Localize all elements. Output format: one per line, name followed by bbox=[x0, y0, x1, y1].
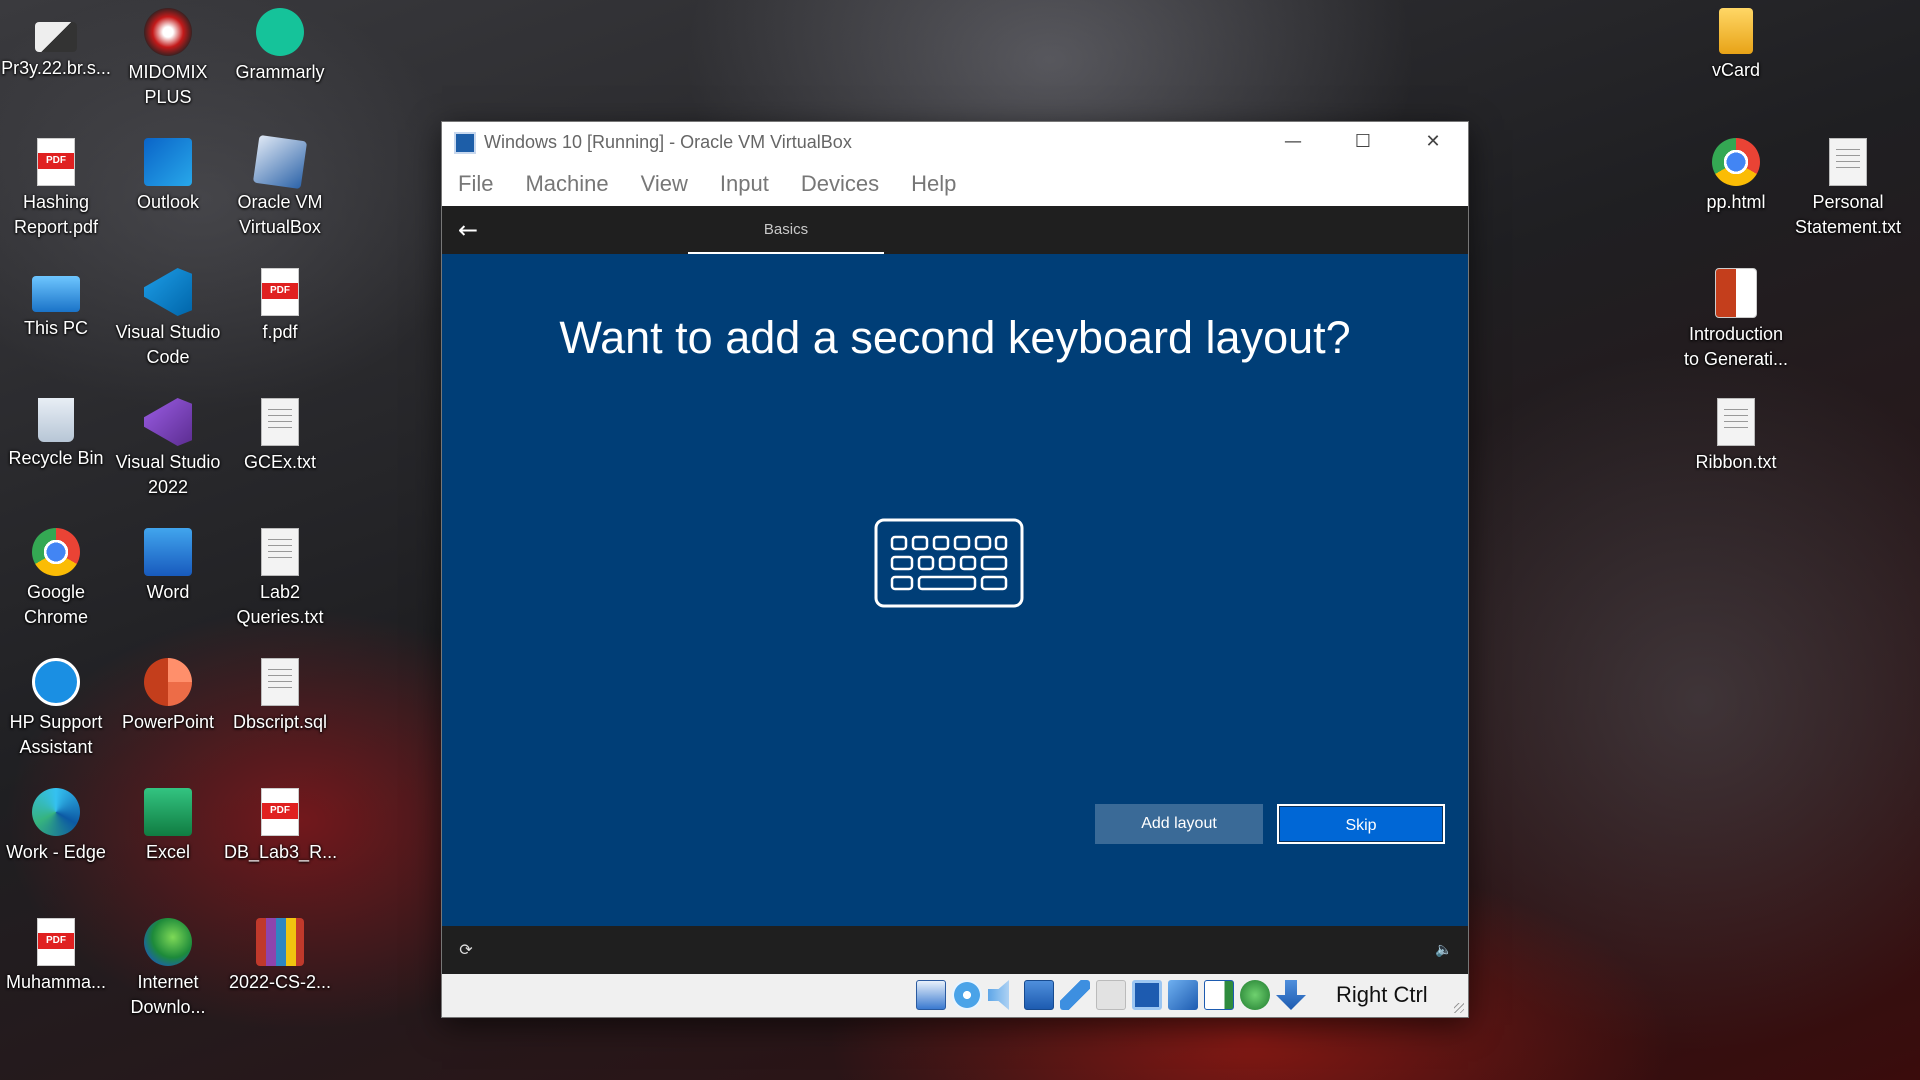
desktop-icon-excel[interactable]: Excel bbox=[112, 782, 224, 865]
ease-of-access-icon[interactable]: ⟳ bbox=[456, 940, 476, 960]
host-key-label: Right Ctrl bbox=[1336, 982, 1428, 1007]
guest-screen[interactable]: ← Basics Want to add a second keyboard l… bbox=[442, 206, 1468, 974]
desktop-icon-f-pdf[interactable]: f.pdf bbox=[224, 262, 336, 345]
vscode-icon bbox=[144, 268, 192, 316]
window-title: Windows 10 [Running] - Oracle VM Virtual… bbox=[484, 132, 852, 152]
idm-icon bbox=[144, 918, 192, 966]
desktop-icon-introduction[interactable]: Introduction to Generati... bbox=[1680, 262, 1792, 372]
desktop-icon-hp-support[interactable]: HP Support Assistant bbox=[0, 652, 112, 760]
menu-devices[interactable]: Devices bbox=[801, 162, 879, 206]
oobe-header: ← Basics bbox=[442, 206, 1468, 254]
page-title: Want to add a second keyboard layout? bbox=[559, 312, 1351, 364]
volume-icon[interactable]: 🔈 bbox=[1434, 940, 1454, 960]
pdf-icon bbox=[37, 138, 75, 186]
hp-support-icon bbox=[32, 658, 80, 706]
outlook-icon bbox=[144, 138, 192, 186]
menu-input[interactable]: Input bbox=[720, 162, 769, 206]
file-icon bbox=[35, 22, 77, 52]
resize-grip-icon[interactable] bbox=[1454, 1003, 1464, 1013]
desktop-icon-hashing-report[interactable]: Hashing Report.pdf bbox=[0, 132, 112, 240]
shared-folders-icon[interactable] bbox=[1096, 980, 1126, 1010]
text-file-icon bbox=[261, 528, 299, 576]
desktop-icon-vcard[interactable]: vCard bbox=[1680, 2, 1792, 83]
desktop-icon-grammarly[interactable]: Grammarly bbox=[224, 2, 336, 85]
oobe-footer: ⟳ 🔈 bbox=[442, 926, 1468, 974]
menu-help[interactable]: Help bbox=[911, 162, 956, 206]
desktop-icon-recycle-bin[interactable]: Recycle Bin bbox=[0, 392, 112, 471]
desktop-icon-midomix[interactable]: MIDOMIX PLUS bbox=[112, 2, 224, 110]
recording-icon[interactable] bbox=[1204, 980, 1234, 1010]
desktop-icon-vscode[interactable]: Visual Studio Code bbox=[112, 262, 224, 370]
desktop-icon-word[interactable]: Word bbox=[112, 522, 224, 605]
title-bar[interactable]: Windows 10 [Running] - Oracle VM Virtual… bbox=[442, 122, 1468, 162]
network-icon[interactable] bbox=[1024, 980, 1054, 1010]
menu-file[interactable]: File bbox=[458, 162, 493, 206]
hard-disk-icon[interactable] bbox=[916, 980, 946, 1010]
excel-icon bbox=[144, 788, 192, 836]
midomix-icon bbox=[144, 8, 192, 56]
desktop-icon-pr3y[interactable]: Pr3y.22.br.s... bbox=[0, 2, 112, 81]
text-file-icon bbox=[1717, 398, 1755, 446]
winrar-icon bbox=[256, 918, 304, 966]
desktop-icon-powerpoint[interactable]: PowerPoint bbox=[112, 652, 224, 735]
grammarly-icon bbox=[256, 8, 304, 56]
skip-button[interactable]: Skip bbox=[1277, 804, 1445, 844]
recycle-bin-icon bbox=[38, 398, 74, 442]
desktop-icon-virtualbox[interactable]: Oracle VM VirtualBox bbox=[224, 132, 336, 240]
status-icons bbox=[916, 980, 1306, 1010]
desktop-icon-gcex[interactable]: GCEx.txt bbox=[224, 392, 336, 475]
minimize-button[interactable]: — bbox=[1258, 122, 1328, 162]
virtualbox-app-icon bbox=[454, 132, 476, 154]
desktop-icon-ribbon[interactable]: Ribbon.txt bbox=[1680, 392, 1792, 475]
audio-icon[interactable] bbox=[988, 980, 1009, 1010]
desktop-icon-muhamma[interactable]: Muhamma... bbox=[0, 912, 112, 995]
pdf-icon bbox=[261, 788, 299, 836]
menu-view[interactable]: View bbox=[641, 162, 688, 206]
mouse-integration-icon[interactable] bbox=[1276, 980, 1306, 1010]
chrome-icon bbox=[32, 528, 80, 576]
powerpoint-icon bbox=[144, 658, 192, 706]
word-icon bbox=[144, 528, 192, 576]
desktop-icon-personal-statement[interactable]: Personal Statement.txt bbox=[1792, 132, 1904, 240]
text-file-icon bbox=[261, 398, 299, 446]
maximize-button[interactable]: ☐ bbox=[1328, 122, 1398, 162]
chrome-icon bbox=[1712, 138, 1760, 186]
close-button[interactable]: ✕ bbox=[1398, 122, 1468, 162]
desktop-icon-chrome[interactable]: Google Chrome bbox=[0, 522, 112, 630]
virtualbox-icon bbox=[252, 134, 308, 190]
optical-drive-icon[interactable] bbox=[952, 980, 982, 1010]
menu-bar: File Machine View Input Devices Help bbox=[442, 162, 1468, 206]
desktop-icon-idm[interactable]: Internet Downlo... bbox=[112, 912, 224, 1020]
usb-icon[interactable] bbox=[1060, 980, 1090, 1010]
tab-basics: Basics bbox=[688, 206, 884, 254]
desktop-icon-db-lab3[interactable]: DB_Lab3_R... bbox=[224, 782, 337, 865]
virtualbox-window: Windows 10 [Running] - Oracle VM Virtual… bbox=[442, 122, 1468, 1017]
status-bar: Right Ctrl bbox=[442, 974, 1468, 1017]
keyboard-icon bbox=[874, 518, 1024, 608]
sql-file-icon bbox=[261, 658, 299, 706]
pdf-icon bbox=[261, 268, 299, 316]
desktop-icon-2022-cs[interactable]: 2022-CS-2... bbox=[224, 912, 336, 995]
menu-machine[interactable]: Machine bbox=[525, 162, 608, 206]
video-capture-icon[interactable] bbox=[1168, 980, 1198, 1010]
back-arrow-icon[interactable]: ← bbox=[454, 216, 482, 244]
desktop-icon-visual-studio[interactable]: Visual Studio 2022 bbox=[112, 392, 224, 500]
display-icon[interactable] bbox=[1132, 980, 1162, 1010]
pdf-icon bbox=[37, 918, 75, 966]
powerpoint-file-icon bbox=[1715, 268, 1757, 318]
edge-icon bbox=[32, 788, 80, 836]
cpu-icon[interactable] bbox=[1240, 980, 1270, 1010]
folder-icon bbox=[1719, 8, 1753, 54]
desktop-icon-lab2-queries[interactable]: Lab2 Queries.txt bbox=[224, 522, 336, 630]
desktop-icon-pp-html[interactable]: pp.html bbox=[1680, 132, 1792, 215]
add-layout-button[interactable]: Add layout bbox=[1095, 804, 1263, 844]
desktop-icon-dbscript[interactable]: Dbscript.sql bbox=[224, 652, 336, 735]
desktop-icon-work-edge[interactable]: Work - Edge bbox=[0, 782, 112, 865]
desktop-icon-this-pc[interactable]: This PC bbox=[0, 262, 112, 341]
visual-studio-icon bbox=[144, 398, 192, 446]
text-file-icon bbox=[1829, 138, 1867, 186]
this-pc-icon bbox=[32, 276, 80, 312]
desktop-icon-outlook[interactable]: Outlook bbox=[112, 132, 224, 215]
